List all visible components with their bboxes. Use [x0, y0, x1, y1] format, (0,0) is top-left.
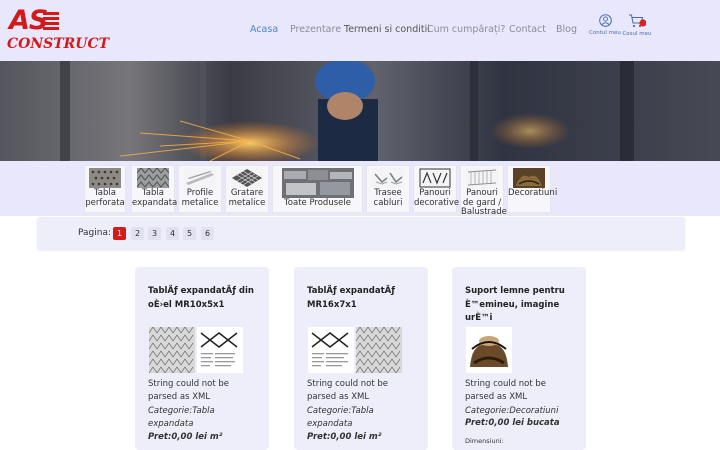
expanded-sheet-icon: [137, 168, 169, 188]
decorative-panel-icon: [419, 168, 451, 188]
category-label: Decoratiuni: [508, 188, 558, 198]
perforated-sheet-icon: [89, 168, 121, 188]
product-title[interactable]: TablÄƒ expandatÄƒ MR16x7x1: [307, 285, 419, 312]
hero-banner: [0, 61, 720, 161]
page-5[interactable]: 5: [183, 227, 196, 240]
cart-label: Cosul meu: [622, 31, 652, 37]
product-category: Categorie:Tabla expandata: [148, 406, 215, 430]
product-image: [149, 327, 243, 373]
category-label: Toate Produsele: [284, 198, 351, 208]
product-category: Categorie:Tabla expandata: [307, 406, 374, 430]
fence-panel-icon: [466, 168, 498, 188]
cart-icon: [629, 14, 646, 28]
nav-blog[interactable]: Blog: [556, 24, 577, 35]
category-tabla-perforata[interactable]: Tabla perforata: [84, 165, 126, 213]
category-toate-produsele[interactable]: Toate Produsele: [272, 165, 363, 213]
metal-grate-icon: [231, 168, 263, 188]
hero-image: [0, 61, 720, 161]
product-error-text: String could not be parsed as XML: [148, 379, 230, 403]
category-label: Panouri de gard / Balustrade: [461, 188, 507, 217]
category-label: Tabla expandata: [132, 188, 178, 208]
product-title[interactable]: Suport lemne pentru È™emineu, imagine ur…: [465, 285, 577, 326]
category-panouri-gard[interactable]: Panouri de gard / Balustrade: [460, 165, 507, 217]
user-icon: [598, 14, 612, 27]
account-label: Contul meu: [589, 30, 621, 36]
category-label: Gratare metalice: [228, 188, 266, 208]
product-category: Categorie:Decoratiuni: [465, 406, 559, 416]
nav-termeni[interactable]: Termeni si conditii: [344, 24, 430, 35]
page-3[interactable]: 3: [148, 227, 161, 240]
product-image: [466, 327, 512, 373]
product-card[interactable]: TablÄƒ expandatÄƒ MR16x7x1 String could …: [294, 267, 428, 450]
product-price: Pret:0,00 lei bucata: [465, 418, 560, 428]
page-2[interactable]: 2: [131, 227, 144, 240]
decoration-icon: [513, 168, 545, 188]
pagination-bar: Pagina: 1 2 3 4 5 6: [37, 217, 685, 250]
category-label: Tabla perforata: [85, 188, 125, 208]
nav-prezentare[interactable]: Prezentare: [290, 24, 341, 35]
product-title[interactable]: TablÄƒ expandatÄƒ din oÈ›el MR10x5x1: [148, 285, 260, 312]
category-tabla-expandata[interactable]: Tabla expandata: [131, 165, 178, 213]
category-strip: Tabla perforata Tabla expandata Profile …: [0, 161, 720, 217]
product-error-text: String could not be parsed as XML: [465, 379, 547, 403]
product-dimensions-label: Dimensiuni:: [465, 437, 504, 445]
product-image: [308, 327, 402, 373]
nav-cum-cumparati[interactable]: Cum cumpărați?: [427, 24, 505, 35]
product-card[interactable]: Suport lemne pentru È™emineu, imagine ur…: [452, 267, 586, 450]
product-card[interactable]: TablÄƒ expandatÄƒ din oÈ›el MR10x5x1 Str…: [135, 267, 269, 450]
category-trasee-cabluri[interactable]: Trasee cabluri: [366, 165, 410, 213]
category-panouri-decorative[interactable]: Panouri decorative: [413, 165, 460, 213]
category-profile-metalice[interactable]: Profile metalice: [178, 165, 222, 213]
category-gratare-metalice[interactable]: Gratare metalice: [225, 165, 269, 213]
cable-tray-icon: [372, 168, 404, 188]
site-header: AS CONSTRUCT Acasa Prezentare Termeni si…: [0, 0, 720, 61]
nav-contact[interactable]: Contact: [509, 24, 546, 35]
category-label: Trasee cabluri: [373, 188, 403, 208]
page-6[interactable]: 6: [201, 227, 214, 240]
account-link[interactable]: Contul meu: [588, 14, 622, 36]
product-price: Pret:0,00 lei m²: [307, 432, 382, 442]
pagination-label: Pagina:: [78, 228, 112, 238]
nav-acasa[interactable]: Acasa: [250, 24, 278, 35]
metal-profile-icon: [184, 168, 216, 188]
category-decoratiuni[interactable]: Decoratiuni: [507, 165, 557, 213]
logo-bars: [43, 12, 59, 34]
logo-as: AS: [9, 5, 48, 36]
product-price: Pret:0,00 lei m²: [148, 432, 223, 442]
page-4[interactable]: 4: [166, 227, 179, 240]
cart-link[interactable]: Cosul meu: [622, 14, 652, 37]
site-logo[interactable]: AS CONSTRUCT: [7, 5, 109, 54]
all-products-icon: [281, 168, 354, 198]
category-label: Profile metalice: [181, 188, 219, 208]
product-error-text: String could not be parsed as XML: [307, 379, 389, 403]
category-label: Panouri decorative: [414, 188, 460, 208]
logo-construct: CONSTRUCT: [7, 36, 110, 52]
page-1[interactable]: 1: [113, 227, 126, 240]
